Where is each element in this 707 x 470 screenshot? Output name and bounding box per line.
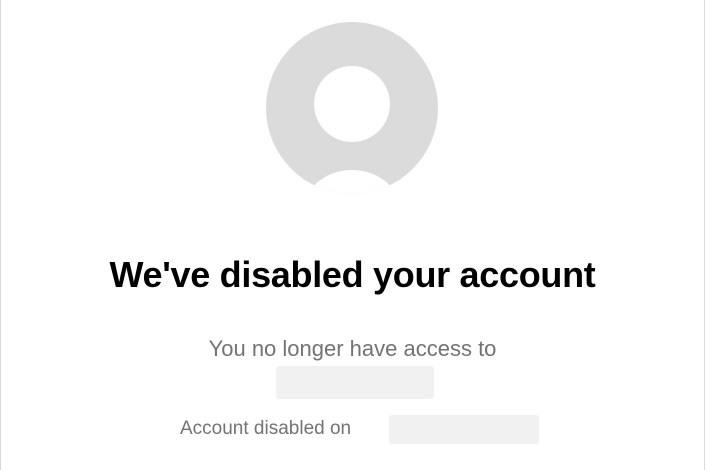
page-title: We've disabled your account xyxy=(109,254,596,295)
avatar-head-shape xyxy=(314,66,390,142)
default-avatar-icon xyxy=(266,22,438,194)
access-message: You no longer have access to xyxy=(208,336,497,361)
avatar-body-shape xyxy=(297,170,407,194)
redacted-disabled-date xyxy=(389,415,539,444)
account-disabled-label: Account disabled on xyxy=(180,418,352,439)
disabled-account-card: We've disabled your account You no longe… xyxy=(0,0,705,470)
redacted-username xyxy=(276,366,434,399)
